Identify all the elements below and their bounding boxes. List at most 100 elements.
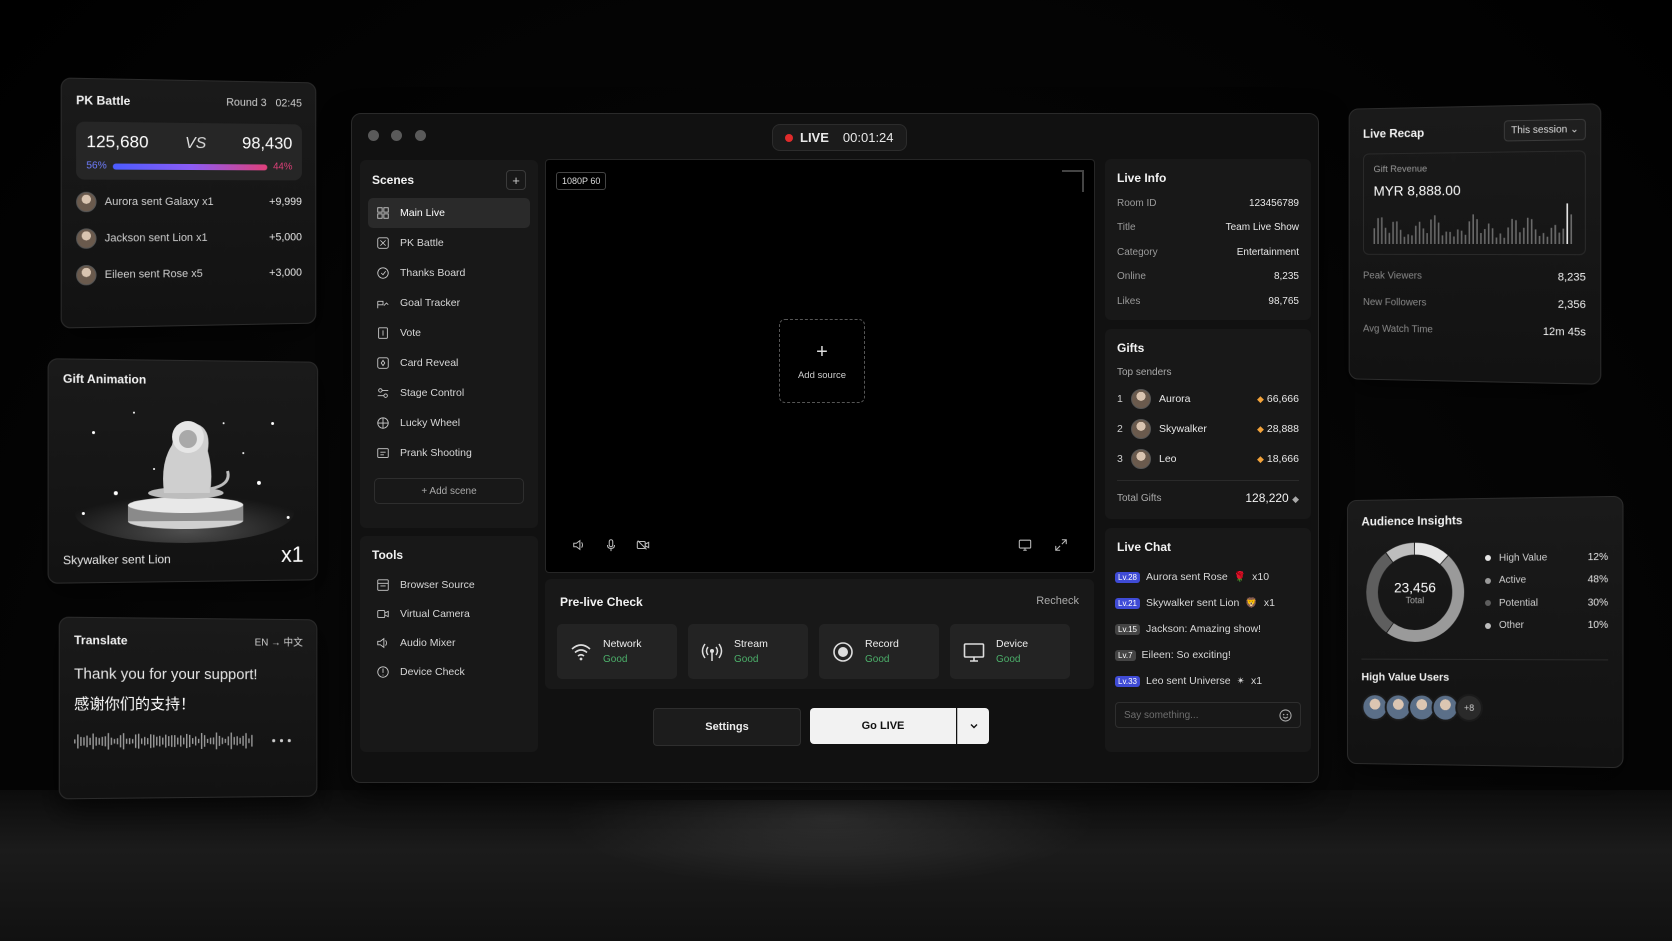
live-dot-icon — [785, 134, 793, 142]
gifts-panel: Gifts Top senders 1 Aurora ◆ 66,666 2 Skywalk… — [1105, 329, 1311, 519]
live-label: LIVE — [800, 130, 829, 145]
window-minimize-button[interactable] — [391, 130, 402, 141]
scene-item-card-reveal[interactable]: Card Reveal — [368, 348, 530, 378]
high-value-title: High Value Users — [1361, 671, 1608, 684]
legend-value: 48% — [1588, 574, 1608, 585]
live-info-panel: Live Info Room ID 123456789 Title Team Live… — [1105, 159, 1311, 320]
live-info-key: Online — [1117, 271, 1146, 282]
go-live-options-button[interactable] — [957, 708, 989, 744]
live-info-row: Online 8,235 — [1117, 265, 1299, 290]
more-users-badge[interactable]: +8 — [1455, 694, 1483, 722]
level-badge: Lv.7 — [1115, 650, 1136, 661]
top-sender-row[interactable]: 3 Leo ◆ 18,666 — [1117, 444, 1299, 474]
add-scene-button[interactable]: + Add scene — [374, 478, 524, 504]
check-status: Good — [734, 654, 768, 665]
tool-item-label: Audio Mixer — [400, 637, 455, 649]
scene-item-label: Thanks Board — [400, 267, 465, 279]
check-label: Record — [865, 638, 899, 650]
high-value-users: +8 — [1361, 693, 1608, 723]
live-info-row: Title Team Live Show — [1117, 216, 1299, 241]
audience-total: 23,456 — [1394, 579, 1436, 595]
top-sender-row[interactable]: 1 Aurora ◆ 66,666 — [1117, 384, 1299, 414]
live-info-value: Team Live Show — [1226, 222, 1299, 233]
go-live-button[interactable]: Go LIVE — [810, 708, 956, 744]
gift-count: x10 — [1252, 571, 1269, 583]
period-select[interactable]: This session ⌄ — [1504, 119, 1586, 142]
add-scene-icon-button[interactable]: + — [506, 170, 526, 190]
level-badge: Lv.15 — [1115, 624, 1140, 635]
recap-stat-value: 2,356 — [1558, 298, 1586, 310]
avatar — [1131, 449, 1151, 469]
add-source-label: Add source — [798, 370, 846, 381]
translate-card: Translate EN → 中文 Thank you for your sup… — [59, 617, 318, 800]
plus-icon: + — [816, 341, 828, 364]
scene-item-goal-tracker[interactable]: Goal Tracker — [368, 288, 530, 318]
tool-item-label: Virtual Camera — [400, 608, 470, 620]
screen-icon[interactable] — [1018, 538, 1032, 552]
pk-gift-text: Aurora sent Galaxy x1 — [105, 196, 270, 208]
audience-insights-card: Audience Insights 23,456 Total High Valu… — [1347, 496, 1624, 768]
gift-count: x1 — [1264, 597, 1275, 609]
legend-swatch — [1485, 600, 1491, 606]
live-info-key: Room ID — [1117, 198, 1156, 209]
chat-input[interactable]: Say something... — [1115, 702, 1301, 728]
emoji-icon[interactable] — [1279, 709, 1292, 722]
recap-stat-row: Avg Watch Time 12m 45s — [1363, 316, 1586, 346]
recap-stat-label: New Followers — [1363, 297, 1426, 308]
scene-item-lucky-wheel[interactable]: Lucky Wheel — [368, 408, 530, 438]
gifts-subtitle: Top senders — [1117, 367, 1299, 378]
resolution-badge: 1080P 60 — [556, 172, 606, 190]
tool-item-virtual-camera[interactable]: Virtual Camera — [368, 599, 530, 628]
check-status: Good — [603, 654, 642, 665]
chat-text: Jackson: Amazing show! — [1146, 623, 1261, 635]
legend-swatch — [1485, 623, 1491, 629]
language-pair[interactable]: EN → 中文 — [255, 634, 303, 649]
revenue-sparkline — [1374, 203, 1577, 244]
arrow-right-icon: → — [271, 638, 281, 649]
scene-item-pk-battle[interactable]: PK Battle — [368, 228, 530, 258]
revenue-label: Gift Revenue — [1374, 162, 1575, 175]
recheck-button[interactable]: Recheck — [1036, 595, 1079, 607]
sender-name: Leo — [1159, 453, 1257, 465]
settings-button[interactable]: Settings — [653, 708, 801, 746]
scene-item-prank-shooting[interactable]: Prank Shooting — [368, 438, 530, 468]
translate-title: Translate — [74, 632, 128, 647]
recap-stat-value: 12m 45s — [1543, 325, 1586, 338]
tool-item-label: Browser Source — [400, 579, 475, 591]
chevron-down-icon — [969, 721, 979, 731]
tool-item-device-check[interactable]: Device Check — [368, 657, 530, 686]
pk-gift-amount: +9,999 — [269, 196, 302, 208]
window-close-button[interactable] — [368, 130, 379, 141]
camera-off-icon[interactable] — [636, 538, 650, 552]
broadcast-icon — [700, 640, 724, 664]
gifts-title: Gifts — [1117, 341, 1299, 355]
preview-canvas[interactable]: 1080P 60 + Add source — [545, 159, 1095, 573]
speaker-icon[interactable] — [572, 538, 586, 552]
gift-count: x1 — [1251, 675, 1262, 687]
tool-item-audio-mixer[interactable]: Audio Mixer — [368, 628, 530, 657]
pk-title: PK Battle — [76, 93, 130, 108]
legend-label: Potential — [1499, 597, 1588, 608]
scene-item-vote[interactable]: Vote — [368, 318, 530, 348]
revenue-value: MYR 8,888.00 — [1374, 181, 1575, 199]
target-language: 中文 — [283, 638, 302, 649]
tools-title: Tools — [368, 548, 530, 570]
microphone-icon[interactable] — [604, 538, 618, 552]
scene-item-stage-control[interactable]: Stage Control — [368, 378, 530, 408]
pk-gift-amount: +3,000 — [269, 267, 302, 279]
studio-window: LIVE 00:01:24 Scenes + Main Live PK Battl… — [351, 113, 1319, 783]
stream-check: Stream Good — [688, 624, 808, 679]
top-sender-row[interactable]: 2 Skywalker ◆ 28,888 — [1117, 414, 1299, 444]
tool-item-browser-source[interactable]: Browser Source — [368, 570, 530, 599]
window-maximize-button[interactable] — [415, 130, 426, 141]
fullscreen-icon[interactable] — [1054, 538, 1068, 552]
goal-icon — [376, 296, 390, 310]
live-info-key: Category — [1117, 247, 1158, 258]
scene-item-main-live[interactable]: Main Live — [368, 198, 530, 228]
check-label: Device — [996, 638, 1028, 650]
add-source-button[interactable]: + Add source — [779, 319, 865, 403]
chat-input-placeholder: Say something... — [1124, 710, 1198, 721]
sender-rank: 2 — [1117, 423, 1131, 435]
recap-stat-value: 8,235 — [1558, 271, 1586, 283]
scene-item-thanks-board[interactable]: Thanks Board — [368, 258, 530, 288]
